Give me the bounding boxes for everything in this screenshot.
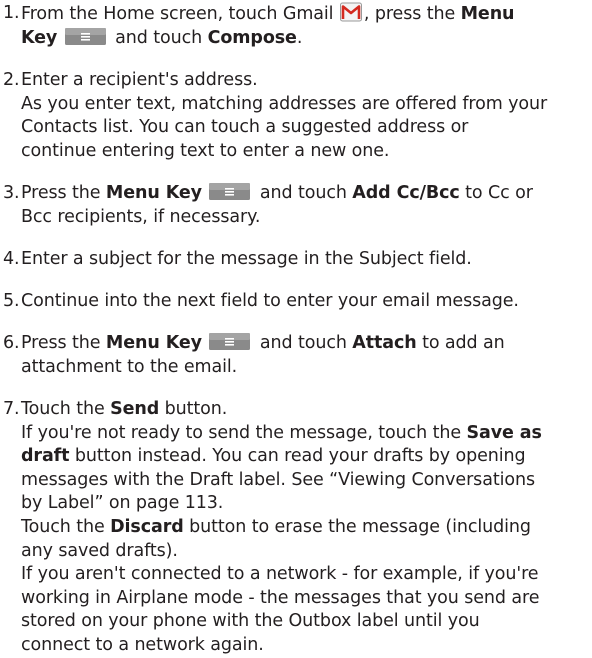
step-line: stored on your phone with the Outbox lab… [21, 611, 480, 632]
step-number: 3. [3, 183, 20, 203]
text-run [202, 183, 207, 203]
step-number: 1. [3, 3, 20, 23]
step-number: 6. [3, 333, 20, 353]
instruction-page: 1. From the Home screen, touch Gmail , p… [0, 0, 592, 655]
step-number: 5. [3, 291, 20, 311]
bold-term: draft [21, 446, 70, 467]
text-run: If you're not ready to send the message,… [21, 422, 467, 443]
step-line: Key and touch Compose. [21, 27, 592, 51]
text-run: Touch the [21, 516, 111, 537]
text-run: and touch [254, 183, 353, 203]
step-line: Press the Menu Key and touch Add Cc/Bcc … [21, 182, 592, 206]
step-line: working in Airplane mode - the messages … [21, 587, 540, 608]
step-line: From the Home screen, touch Gmail , pres… [21, 2, 592, 27]
step-line: any saved drafts). [21, 540, 178, 561]
step-body: Press the Menu Key and touch Attach to a… [21, 332, 592, 379]
step-number: 7. [3, 399, 20, 419]
text-run: and touch [254, 333, 353, 353]
text-run: Touch the [21, 399, 111, 419]
step-line: attachment to the email. [21, 356, 238, 377]
bold-term: Discard [110, 516, 184, 537]
text-run: button to erase the message (including [183, 516, 531, 537]
step-line: Continue into the next field to enter yo… [21, 291, 519, 311]
text-run: Press the [21, 183, 106, 203]
bold-term: Menu Key [105, 183, 202, 203]
text-run: button. [159, 399, 228, 419]
step-body: Touch the Send button. If you're not rea… [21, 398, 592, 658]
menu-key-icon [209, 183, 251, 200]
step-line: Enter a subject for the message in the S… [21, 249, 472, 269]
text-run [57, 28, 62, 48]
step-line: messages with the Draft label. See “View… [21, 469, 535, 490]
step-body: Continue into the next field to enter yo… [21, 290, 592, 314]
step-body: Enter a subject for the message in the S… [21, 248, 592, 272]
menu-key-icon [64, 27, 106, 45]
bold-term: Menu Key [105, 333, 202, 353]
step-number: 4. [3, 249, 20, 269]
step-line: by Label” on page 113. [21, 493, 224, 514]
text-run: to add an [416, 333, 505, 353]
bold-term: Add Cc/Bcc [352, 183, 460, 203]
text-run: Press the [21, 333, 106, 353]
step-line: Contacts list. You can touch a suggested… [21, 117, 469, 138]
gmail-icon [339, 2, 362, 22]
text-run: , press the [363, 4, 461, 24]
step-body: Enter a recipient's address. As you ente… [21, 69, 592, 163]
step-line: Press the Menu Key and touch Attach to a… [21, 332, 592, 356]
step-number: 2. [3, 70, 20, 90]
step-line: As you enter text, matching addresses ar… [21, 93, 548, 114]
step-line: continue entering text to enter a new on… [21, 140, 390, 161]
text-run: button instead. You can read your drafts… [69, 446, 526, 467]
text-run: and touch [109, 27, 208, 48]
text-run: . [296, 27, 303, 48]
bold-term: Attach [352, 333, 417, 353]
step-line: Touch the Send button. [21, 398, 592, 422]
step-line: If you aren't connected to a network - f… [21, 564, 539, 585]
step-line: Enter a recipient's address. [21, 70, 258, 90]
step-line: Bcc recipients, if necessary. [21, 206, 261, 227]
step-body: From the Home screen, touch Gmail , pres… [21, 2, 592, 50]
text-run: From the Home screen, touch Gmail [21, 4, 339, 24]
bold-term: Send [110, 399, 160, 419]
bold-term: Key [21, 27, 58, 48]
text-run [202, 333, 207, 353]
step-line: connect to a network again. [21, 634, 264, 655]
step-body: Press the Menu Key and touch Add Cc/Bcc … [21, 182, 592, 229]
step-line: If you're not ready to send the message,… [21, 422, 592, 446]
bold-term: Menu [460, 4, 515, 24]
bold-term: Save as [466, 422, 542, 443]
menu-key-icon [209, 333, 251, 350]
step-line: Touch the Discard button to erase the me… [21, 516, 592, 540]
text-run: to Cc or [459, 183, 533, 203]
bold-term: Compose [207, 27, 297, 48]
step-line: draft button instead. You can read your … [21, 445, 592, 469]
